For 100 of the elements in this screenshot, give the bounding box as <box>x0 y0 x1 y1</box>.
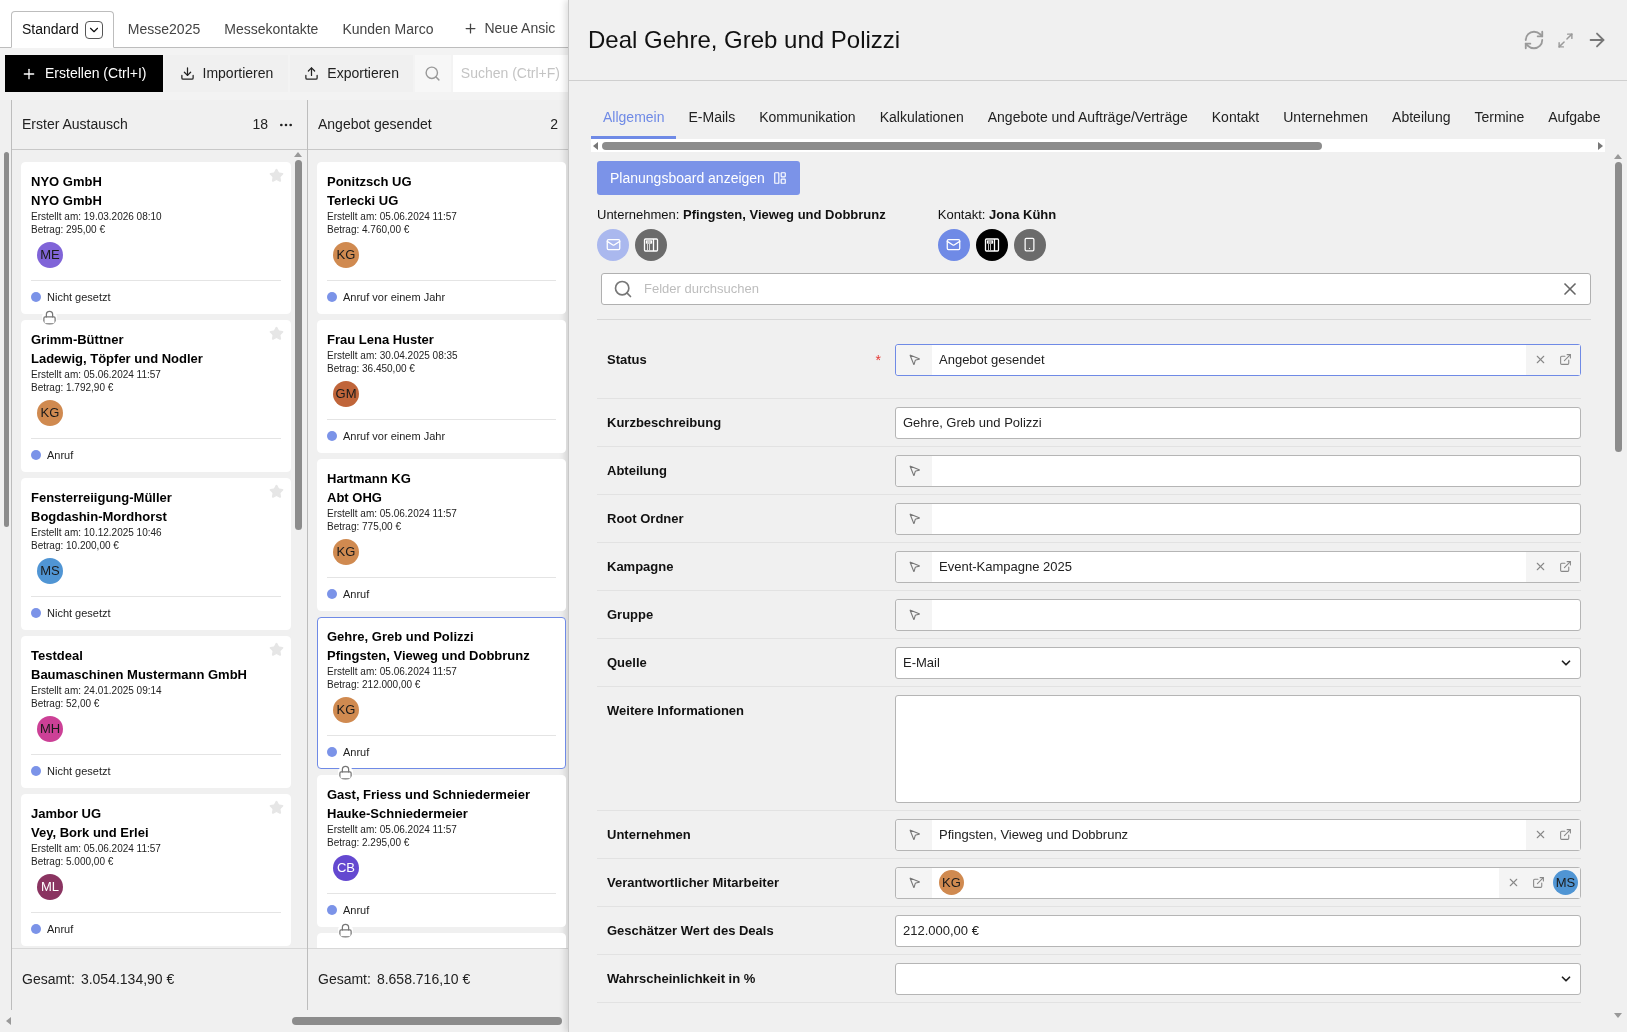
email-button[interactable] <box>937 228 970 261</box>
detail-tab[interactable]: Kontakt <box>1199 99 1272 139</box>
text-area[interactable] <box>895 694 1581 803</box>
text-field[interactable]: 212.000,00 € <box>895 914 1581 947</box>
amount-text: Betrag: 52,00 € <box>31 697 101 710</box>
field-label: Quelle <box>607 654 647 672</box>
activity-label: Anruf <box>47 922 74 937</box>
clear-icon[interactable] <box>1534 353 1547 366</box>
star-icon[interactable] <box>269 168 284 183</box>
expand-icon[interactable] <box>1557 31 1574 49</box>
required-asterisk: * <box>875 351 881 370</box>
deal-card[interactable]: Gast, Friess und Schniedermeier Hauke-Schniedermeier Erstellt am: 05.06.2024 11:57 Betrag: 2.295,00 € CB Anruf <box>317 775 566 927</box>
company-name: Terlecki UG <box>327 192 399 210</box>
star-icon[interactable] <box>269 642 284 657</box>
deal-card[interactable]: Gehre, Greb und Polizzi Pfingsten, Vieweg und Dobbrunz Erstellt am: 05.06.2024 11:57 Betrag: 212.000,00 € KG Anruf <box>317 617 566 769</box>
select-field[interactable] <box>895 962 1581 995</box>
view-tab[interactable]: Standard <box>11 11 114 48</box>
detail-tab[interactable]: E-Mails <box>676 99 748 139</box>
view-tab[interactable]: Kunden Marco <box>332 11 444 48</box>
pointer-icon <box>907 353 921 366</box>
view-tab[interactable]: Messekontakte <box>214 11 329 48</box>
field-label: Kampagne <box>607 558 674 576</box>
star-icon[interactable] <box>269 484 284 499</box>
star-icon[interactable] <box>269 800 284 815</box>
lookup-field[interactable]: KG MS <box>895 866 1581 899</box>
horizontal-scrollbar[interactable] <box>591 139 1605 152</box>
user-avatar: KG <box>333 539 359 565</box>
lookup-field[interactable] <box>895 598 1581 631</box>
external-link-icon[interactable] <box>1559 560 1572 573</box>
clear-icon[interactable] <box>1534 560 1547 573</box>
field-label: Weitere Informationen <box>607 702 744 720</box>
view-tab[interactable]: Messe2025 <box>117 11 211 48</box>
deal-card[interactable]: Fensterreiigung-Müller Bogdashin-Mordhorst Erstellt am: 10.12.2025 10:46 Betrag: 10.200,00 € MS Nicht gesetzt <box>21 478 291 630</box>
pointer-icon <box>907 876 921 889</box>
total-amount: 8.658.716,10 € <box>376 970 471 989</box>
user-avatar: KG <box>939 870 964 895</box>
select-field[interactable]: E-Mail <box>895 646 1581 679</box>
pointer-icon <box>907 512 921 525</box>
amount-text: Betrag: 1.792,90 € <box>31 381 115 394</box>
field-label: Abteilung <box>607 462 667 480</box>
deal-card[interactable]: Ponitzsch UG Terlecki UG Erstellt am: 05.06.2024 11:57 Betrag: 4.760,00 € KG Anruf vor einem Jahr <box>317 162 566 314</box>
external-link-icon[interactable] <box>1559 828 1572 841</box>
company-name: Hauke-Schniedermeier <box>327 805 468 823</box>
created-date: Erstellt am: 05.06.2024 11:57 <box>327 507 458 520</box>
text-field[interactable]: Gehre, Greb und Polizzi <box>895 406 1581 439</box>
deal-title: Frau Lena Huster <box>327 331 434 349</box>
detail-tab[interactable]: Abteilung <box>1380 99 1463 139</box>
pointer-icon <box>907 828 921 841</box>
pointer-icon <box>907 608 921 621</box>
clear-icon[interactable] <box>1507 876 1520 889</box>
field-label: Unternehmen <box>607 826 691 844</box>
external-link-icon[interactable] <box>1559 353 1572 366</box>
new-view-tab[interactable]: Neue Ansic <box>447 10 556 47</box>
user-avatar: ME <box>37 242 63 268</box>
detail-tab[interactable]: Unternehmen <box>1271 99 1381 139</box>
total-label: Gesamt: <box>22 970 75 989</box>
pointer-icon <box>907 464 921 477</box>
created-date: Erstellt am: 05.06.2024 11:57 <box>31 842 162 855</box>
refresh-icon[interactable] <box>1523 29 1545 51</box>
smartphone-icon <box>1022 237 1038 252</box>
deal-card[interactable]: Jambor UG Vey, Bork und Erlei Erstellt am: 05.06.2024 11:57 Betrag: 5.000,00 € ML Anruf <box>21 794 291 946</box>
create-button[interactable]: Erstellen (Ctrl+I) <box>5 55 163 92</box>
amount-text: Betrag: 295,00 € <box>31 223 106 236</box>
lookup-field[interactable] <box>895 502 1581 535</box>
company-name: Bogdashin-Mordhorst <box>31 508 167 526</box>
lookup-field[interactable]: Angebot gesendet <box>895 343 1581 376</box>
detail-tab[interactable]: Kalkulationen <box>867 99 976 139</box>
phone-button[interactable] <box>975 228 1008 261</box>
search-icon[interactable] <box>424 65 442 82</box>
card-count: 2 <box>550 115 558 134</box>
activity-label: Nicht gesetzt <box>47 764 111 779</box>
plus-icon <box>463 21 479 36</box>
lookup-field[interactable]: Event-Kampagne 2025 <box>895 550 1581 583</box>
dropdown-icon[interactable] <box>84 20 103 39</box>
clear-icon[interactable] <box>1534 828 1547 841</box>
star-icon[interactable] <box>269 326 284 341</box>
deal-card[interactable]: Testdeal Baumaschinen Mustermann GmbH Erstellt am: 24.01.2025 09:14 Betrag: 52,00 € MH Nicht gesetzt <box>21 636 291 788</box>
field-label: Kurzbeschreibung <box>607 414 722 432</box>
mobile-button[interactable] <box>1013 228 1046 261</box>
activity-label: Anruf vor einem Jahr <box>343 429 446 444</box>
activity-label: Anruf vor einem Jahr <box>343 290 446 305</box>
activity-label: Anruf <box>343 903 370 918</box>
activity-label: Nicht gesetzt <box>47 606 111 621</box>
detail-tab[interactable]: Aufgabe <box>1536 99 1613 139</box>
detail-tab[interactable]: Angebote und Aufträge/Verträge <box>975 99 1200 139</box>
deal-card[interactable]: NYO GmbH NYO GmbH Erstellt am: 19.03.2026 08:10 Betrag: 295,00 € ME Nicht gesetzt <box>21 162 291 314</box>
deal-card[interactable]: Frau Lena Huster Erstellt am: 30.04.2025 08:35 Betrag: 36.450,00 € GM Anruf vor einem Jahr <box>317 320 566 453</box>
detail-tab[interactable]: Kommunikation <box>747 99 868 139</box>
deal-title: Jambor UG <box>31 805 102 823</box>
lookup-field[interactable] <box>895 454 1581 487</box>
desk-phone-icon <box>983 236 1000 253</box>
detail-tab[interactable]: Termine <box>1462 99 1537 139</box>
deal-card[interactable]: Hartmann KG Abt OHG Erstellt am: 05.06.2024 11:57 Betrag: 775,00 € KG Anruf <box>317 459 566 611</box>
desk-phone-icon <box>643 236 659 253</box>
created-date: Erstellt am: 30.04.2025 08:35 <box>327 349 459 362</box>
card-count: 18 <box>252 115 268 134</box>
external-link-icon[interactable] <box>1532 876 1545 889</box>
lookup-field[interactable]: Pfingsten, Vieweg und Dobbrunz <box>895 818 1581 851</box>
deal-card[interactable]: Grimm-Büttner Ladewig, Töpfer und Nodler Erstellt am: 05.06.2024 11:57 Betrag: 1.792,90 € KG Anruf <box>21 320 291 472</box>
activity-label: Anruf <box>343 745 370 760</box>
